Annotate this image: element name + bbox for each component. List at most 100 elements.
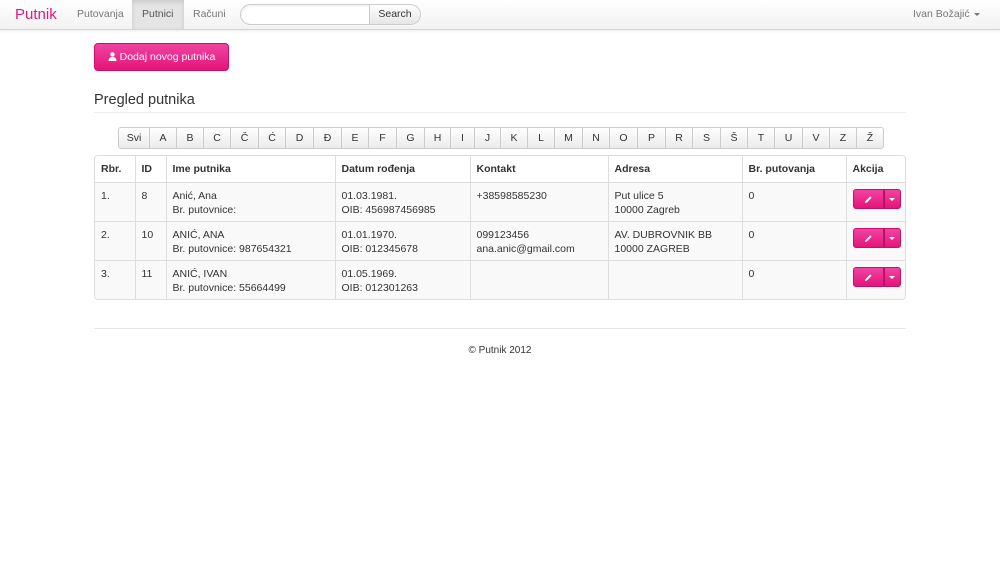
table-row: 1. 8 Anić, Ana Br. putovnice: 01.03.1981. OIB… [95, 182, 905, 222]
edit-button[interactable] [852, 267, 884, 287]
action-button-group [852, 228, 901, 248]
header-dob: Datum rođenja [334, 156, 470, 183]
user-icon [108, 45, 117, 71]
letter-filter-button[interactable]: H [425, 127, 451, 149]
contact-line2: ana.anic@gmail.com [476, 243, 575, 255]
address-line2: 10000 Zagreb [614, 204, 680, 216]
cell-action [845, 182, 905, 222]
pencil-icon [864, 273, 872, 281]
dob-line2: OIB: 456987456985 [341, 204, 436, 216]
letter-filter-button[interactable]: R [666, 127, 693, 149]
user-menu[interactable]: Ivan Božajić [913, 0, 980, 29]
cell-name: Anić, Ana Br. putovnice: [165, 182, 335, 222]
navbar: Putnik Putovanja Putnici Računi Search I… [0, 0, 1000, 30]
nav-item-putnici[interactable]: Putnici [132, 0, 184, 29]
search-input[interactable] [240, 4, 370, 25]
add-passenger-button[interactable]: Dodaj novog putnika [94, 43, 229, 71]
header-id: ID [134, 156, 166, 183]
cell-rbr: 3. [95, 260, 135, 299]
action-dropdown-button[interactable] [883, 189, 901, 209]
letter-filter-button[interactable]: C [204, 127, 231, 149]
letter-filter-button[interactable]: J [475, 127, 501, 149]
nav-item-putovanja[interactable]: Putovanja [67, 0, 134, 29]
cell-trips: 0 [741, 260, 846, 299]
header-contact: Kontakt [469, 156, 608, 183]
cell-contact [469, 260, 608, 299]
header-address: Adresa [607, 156, 742, 183]
action-dropdown-button[interactable] [883, 228, 901, 248]
letter-filter-button[interactable]: V [803, 127, 830, 149]
letter-filter-button[interactable]: S [693, 127, 721, 149]
page-title: Pregled putnika [94, 92, 195, 108]
cell-name: ANIĆ, IVAN Br. putovnice: 55664499 [165, 260, 335, 299]
letter-filter-button[interactable]: A [150, 127, 177, 149]
dob-line2: OIB: 012345678 [341, 243, 418, 255]
letter-filter-button[interactable]: K [501, 127, 528, 149]
cell-name: ANIĆ, ANA Br. putovnice: 987654321 [165, 221, 335, 261]
cell-dob: 01.01.1970. OIB: 012345678 [334, 221, 470, 261]
pencil-icon [864, 234, 872, 242]
search-button[interactable]: Search [369, 4, 421, 25]
letter-filter-button[interactable]: Š [721, 127, 748, 149]
caret-down-icon [889, 236, 895, 240]
dob-line1: 01.05.1969. [341, 268, 397, 280]
letter-filter-button[interactable]: F [369, 127, 397, 149]
cell-address: Put ulice 5 10000 Zagreb [607, 182, 742, 222]
letter-filter-button[interactable]: I [451, 127, 475, 149]
address-line2: 10000 ZAGREB [614, 243, 690, 255]
chevron-down-icon [973, 12, 980, 16]
letter-filter-button[interactable]: U [775, 127, 803, 149]
cell-trips: 0 [741, 221, 846, 261]
cell-action [845, 221, 905, 261]
user-name: Ivan Božajić [913, 8, 970, 20]
letter-filter-button[interactable]: B [177, 127, 204, 149]
contact-line1: +38598585230 [476, 190, 547, 202]
cell-dob: 01.05.1969. OIB: 012301263 [334, 260, 470, 299]
contact-line1: 099123456 [476, 229, 530, 241]
edit-button[interactable] [852, 189, 884, 209]
passenger-line2: Br. putovnice: [172, 204, 237, 216]
passenger-line2: Br. putovnice: 987654321 [172, 243, 292, 255]
passenger-line1: ANIĆ, ANA [172, 229, 225, 241]
letter-filter-button[interactable]: Ć [259, 127, 286, 149]
letter-filter-button[interactable]: D [286, 127, 314, 149]
passenger-line1: Anić, Ana [172, 190, 217, 202]
action-dropdown-button[interactable] [883, 267, 901, 287]
nav-item-racuni[interactable]: Računi [183, 0, 236, 29]
letter-filter-button[interactable]: Ž [857, 127, 884, 149]
cell-action [845, 260, 905, 299]
header-action: Akcija [845, 156, 905, 183]
cell-contact: 099123456 ana.anic@gmail.com [469, 221, 608, 261]
brand-logo[interactable]: Putnik [15, 5, 57, 25]
letter-filter-button[interactable]: O [610, 127, 638, 149]
letter-filter-button[interactable]: Đ [314, 127, 342, 149]
cell-id: 10 [134, 221, 166, 261]
letter-filter-button[interactable]: Č [231, 127, 259, 149]
address-line1: Put ulice 5 [614, 190, 664, 202]
cell-id: 11 [134, 260, 166, 299]
header-rbr: Rbr. [95, 156, 135, 183]
cell-rbr: 2. [95, 221, 135, 261]
passenger-line1: ANIĆ, IVAN [172, 268, 228, 280]
header-name: Ime putnika [165, 156, 335, 183]
letter-filter-button[interactable]: P [638, 127, 666, 149]
add-passenger-label: Dodaj novog putnika [119, 51, 216, 63]
caret-down-icon [889, 275, 895, 279]
footer-copyright: © Putnik 2012 [468, 345, 532, 356]
letter-filter-button[interactable]: L [528, 127, 555, 149]
letter-filter-button[interactable]: N [583, 127, 610, 149]
letter-filter-button[interactable]: M [555, 127, 583, 149]
letter-filter-button[interactable]: E [342, 127, 369, 149]
action-button-group [852, 189, 901, 209]
edit-button[interactable] [852, 228, 884, 248]
table-row: 2. 10 ANIĆ, ANA Br. putovnice: 987654321 01.… [95, 221, 905, 261]
cell-dob: 01.03.1981. OIB: 456987456985 [334, 182, 470, 222]
action-button-group [852, 267, 901, 287]
letter-filter-button[interactable]: T [748, 127, 775, 149]
dob-line2: OIB: 012301263 [341, 282, 418, 294]
passenger-line2: Br. putovnice: 55664499 [172, 282, 286, 294]
letter-filter-all[interactable]: Svi [118, 127, 150, 149]
letter-filter-button[interactable]: G [397, 127, 425, 149]
letter-filter: Svi A B C Č Ć D Đ E F G H I J K L M N O P R S Š T U V Z Ž [118, 127, 884, 149]
letter-filter-button[interactable]: Z [830, 127, 857, 149]
